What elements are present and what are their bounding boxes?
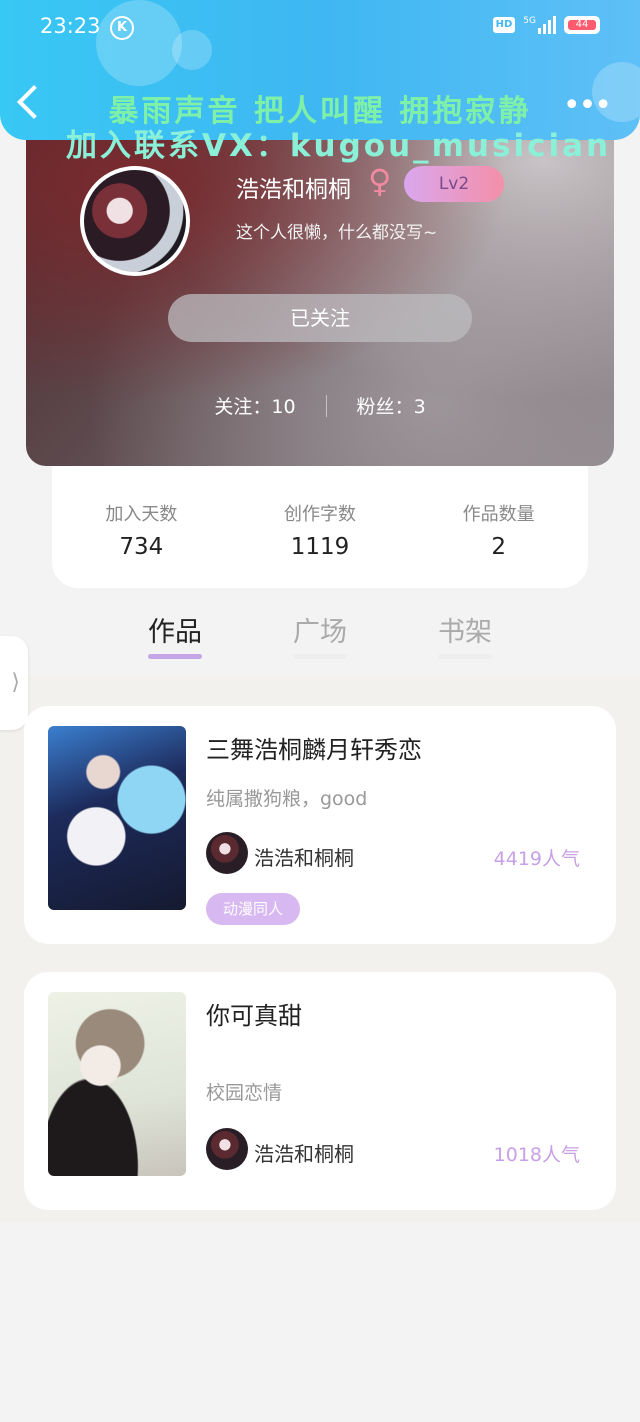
work-popularity: 4419人气	[493, 848, 580, 870]
work-author: 浩浩和桐桐	[254, 1142, 354, 1166]
stat-value: 734	[119, 534, 164, 560]
work-title: 你可真甜	[206, 1002, 302, 1030]
work-popularity: 1018人气	[493, 1144, 580, 1166]
work-category-tag[interactable]: 动漫同人	[206, 893, 301, 925]
following-label: 关注：	[214, 396, 272, 418]
tab-square[interactable]: 广场	[275, 610, 365, 649]
network-icon: 5G	[523, 16, 556, 34]
level-badge: Lv2	[404, 166, 504, 202]
followed-button[interactable]: 已关注	[168, 294, 472, 342]
stat-label: 加入天数	[105, 504, 178, 525]
hd-icon: HD	[492, 17, 516, 33]
stat-join-days: 加入天数 734	[71, 500, 211, 588]
profile-bio: 这个人很懒，什么都没写~	[236, 223, 438, 243]
signal-icon	[538, 16, 556, 34]
author-avatar	[206, 832, 248, 874]
tab-bookshelf[interactable]: 书架	[420, 610, 510, 649]
work-card[interactable]: 你可真甜 校园恋情 浩浩和桐桐 1018人气	[24, 972, 616, 1210]
work-description: 校园恋情	[206, 1082, 283, 1104]
tab-works[interactable]: 作品	[130, 610, 220, 649]
fans-stat[interactable]: 粉丝：3	[357, 392, 426, 419]
tab-square-indicator	[293, 654, 347, 659]
work-card[interactable]: 三舞浩桐麟月轩秀恋 纯属撒狗粮，good 浩浩和桐桐 4419人气 动漫同人	[24, 706, 616, 944]
battery-level: 44	[568, 20, 596, 30]
stat-label: 作品数量	[462, 504, 535, 525]
decor-bubble	[172, 30, 212, 70]
profile-avatar[interactable]	[80, 166, 190, 276]
following-count: 10	[271, 396, 296, 418]
decor-bubble	[96, 0, 182, 86]
stat-label: 创作字数	[283, 504, 356, 525]
profile-username: 浩浩和桐桐	[236, 177, 351, 203]
work-cover-image	[48, 726, 186, 910]
profile-tabs: 作品 广场 书架	[0, 604, 640, 674]
stats-card: 加入天数 734 创作字数 1119 作品数量 2	[52, 466, 588, 588]
tab-works-indicator	[148, 654, 202, 659]
more-options-icon[interactable]: •••	[563, 91, 612, 121]
work-title: 三舞浩桐麟月轩秀恋	[206, 736, 422, 764]
side-drawer-handle[interactable]: ⟩	[0, 636, 28, 730]
status-time: 23:23	[40, 14, 101, 38]
fans-count: 3	[413, 396, 426, 418]
following-stat[interactable]: 关注：10	[214, 392, 295, 419]
follow-counts: 关注：10 粉丝：3	[0, 392, 640, 419]
stat-word-count: 创作字数 1119	[250, 500, 390, 588]
fans-label: 粉丝：	[356, 396, 414, 418]
k-app-icon: K	[110, 16, 134, 40]
work-description: 纯属撒狗粮，good	[206, 788, 368, 810]
promo-watermark: 加入联系VX：kugou_musician	[66, 128, 612, 164]
stat-value: 2	[491, 534, 506, 560]
work-cover-image	[48, 992, 186, 1176]
battery-icon: 44	[564, 16, 600, 34]
tab-bookshelf-indicator	[438, 654, 492, 659]
status-icons: HD 5G 44	[492, 16, 600, 34]
stat-value: 1119	[290, 534, 350, 560]
divider	[325, 394, 327, 417]
female-gender-icon: ♀	[368, 162, 392, 200]
work-author: 浩浩和桐桐	[254, 846, 354, 870]
stat-works-count: 作品数量 2	[429, 500, 569, 588]
author-avatar	[206, 1128, 248, 1170]
network-label: 5G	[523, 16, 536, 26]
